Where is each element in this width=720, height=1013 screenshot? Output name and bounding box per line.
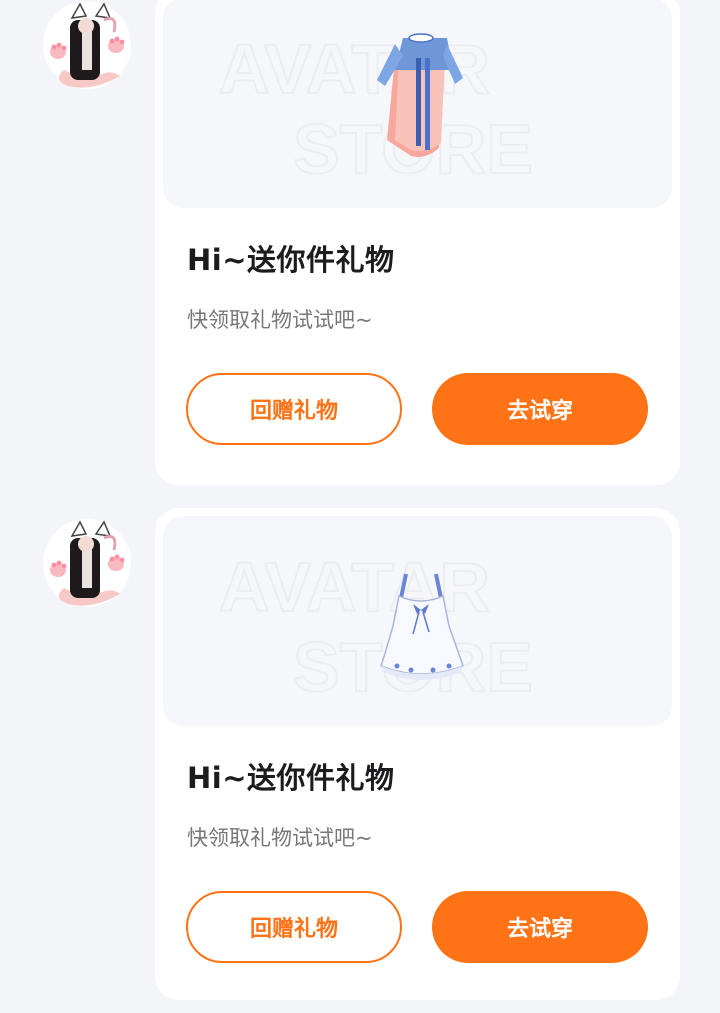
chat-page: AVATAR STORE	[0, 0, 720, 1013]
gift-subtitle: 快领取礼物试试吧~	[187, 826, 373, 850]
gift-card[interactable]: AVATAR STORE	[155, 0, 680, 485]
hanfu-dress-icon	[163, 0, 672, 208]
avatar[interactable]	[42, 518, 132, 608]
try-on-button[interactable]: 去试穿	[432, 373, 648, 445]
avatar-image	[43, 1, 131, 89]
avatar-image	[43, 519, 131, 607]
gift-card[interactable]: AVATAR STORE	[155, 508, 680, 1000]
gift-preview[interactable]: AVATAR STORE	[163, 516, 672, 726]
gift-title: Hi~送你件礼物	[187, 761, 395, 795]
return-gift-button[interactable]: 回赠礼物	[186, 891, 402, 963]
avatar[interactable]	[42, 0, 132, 90]
gift-preview[interactable]: AVATAR STORE	[163, 0, 672, 208]
try-on-button[interactable]: 去试穿	[432, 891, 648, 963]
return-gift-button[interactable]: 回赠礼物	[186, 373, 402, 445]
gift-title: Hi~送你件礼物	[187, 243, 395, 277]
slip-dress-icon	[163, 516, 672, 726]
gift-subtitle: 快领取礼物试试吧~	[187, 308, 373, 332]
